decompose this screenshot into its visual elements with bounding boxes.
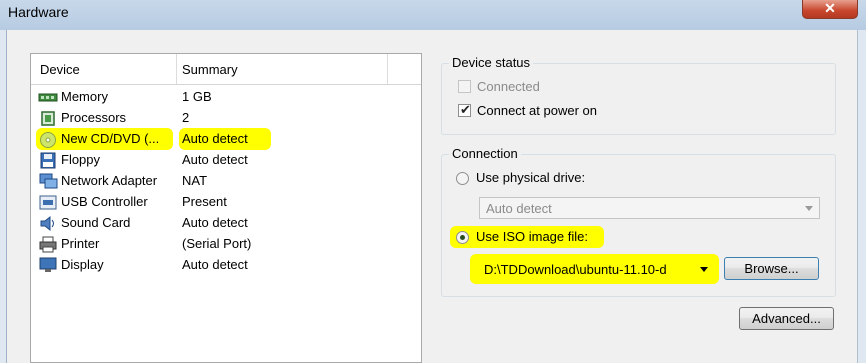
cd-dvd-icon <box>40 132 56 148</box>
device-row-processors[interactable]: Processors 2 <box>31 108 387 129</box>
physical-drive-value: Auto detect <box>486 201 552 216</box>
connect-at-power-on-checkbox[interactable]: ✔ <box>458 102 471 117</box>
device-name: Printer <box>61 236 100 251</box>
connected-label: Connected <box>477 79 540 94</box>
device-row-floppy[interactable]: Floppy Auto detect <box>31 150 387 171</box>
close-icon: ✕ <box>824 0 836 16</box>
device-summary: Auto detect <box>182 215 248 230</box>
device-status-group <box>441 63 836 135</box>
column-header-summary[interactable]: Summary <box>182 62 238 77</box>
device-name: Sound Card <box>61 215 131 230</box>
device-summary: Auto detect <box>182 257 248 272</box>
device-row-cd-dvd[interactable]: New CD/DVD (... Auto detect <box>31 129 387 150</box>
chevron-down-icon <box>700 267 708 272</box>
use-physical-drive-label: Use physical drive: <box>476 170 586 185</box>
device-name: Display <box>61 257 104 272</box>
device-name: Memory <box>61 89 108 104</box>
close-button[interactable]: ✕ <box>802 0 858 19</box>
sound-card-icon <box>40 215 54 232</box>
printer-icon <box>39 236 57 253</box>
device-summary: (Serial Port) <box>182 236 252 251</box>
device-row-usb-controller[interactable]: USB Controller Present <box>31 192 387 213</box>
checkmark-icon: ✔ <box>460 102 471 117</box>
header-divider[interactable] <box>176 54 177 84</box>
window-title: Hardware <box>8 4 69 20</box>
display-icon <box>39 257 57 272</box>
floppy-icon <box>40 152 56 169</box>
radio-dot <box>460 235 465 240</box>
chevron-down-icon <box>805 206 813 211</box>
device-row-printer[interactable]: Printer (Serial Port) <box>31 234 387 255</box>
iso-path-value: D:\TDDownload\ubuntu-11.10-d <box>484 262 667 277</box>
device-name: Network Adapter <box>61 173 158 188</box>
use-iso-image-radio[interactable] <box>456 231 469 244</box>
device-summary: Auto detect <box>182 152 248 167</box>
device-summary: NAT <box>182 173 208 188</box>
header-divider[interactable] <box>387 54 388 84</box>
device-row-network-adapter[interactable]: Network Adapter NAT <box>31 171 387 192</box>
device-name: Processors <box>61 110 127 125</box>
device-summary: 1 GB <box>182 89 212 104</box>
iso-path-combo[interactable]: D:\TDDownload\ubuntu-11.10-d <box>479 258 715 280</box>
connect-at-power-on-label: Connect at power on <box>477 103 597 118</box>
usb-controller-icon <box>39 195 57 210</box>
device-row-sound-card[interactable]: Sound Card Auto detect <box>31 213 387 234</box>
network-adapter-icon <box>39 173 58 189</box>
connection-title: Connection <box>449 146 521 161</box>
processor-icon <box>41 111 55 126</box>
advanced-button[interactable]: Advanced... <box>739 307 834 330</box>
browse-button[interactable]: Browse... <box>724 257 819 280</box>
device-summary: Auto detect <box>182 131 248 146</box>
device-row-memory[interactable]: Memory 1 GB <box>31 87 387 108</box>
column-header-device[interactable]: Device <box>40 62 80 77</box>
connected-checkbox[interactable] <box>458 80 471 93</box>
title-bar: Hardware ✕ <box>0 0 866 30</box>
device-summary: Present <box>182 194 227 209</box>
use-physical-drive-radio[interactable] <box>456 172 469 185</box>
device-name: Floppy <box>61 152 101 167</box>
device-row-display[interactable]: Display Auto detect <box>31 255 387 276</box>
device-name: USB Controller <box>61 194 148 209</box>
window-border <box>857 30 866 363</box>
physical-drive-select[interactable]: Auto detect <box>479 197 820 219</box>
device-name: New CD/DVD (... <box>61 131 160 146</box>
memory-icon <box>38 93 58 102</box>
use-iso-image-label: Use ISO image file: <box>476 229 588 244</box>
device-summary: 2 <box>182 110 190 125</box>
device-status-title: Device status <box>449 55 534 70</box>
